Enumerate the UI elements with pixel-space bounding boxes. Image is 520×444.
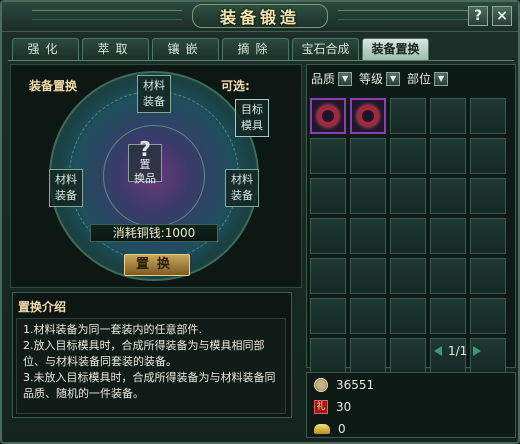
chevron-down-icon[interactable]: ▼: [434, 71, 449, 86]
inventory-slot[interactable]: [390, 98, 426, 134]
help-button[interactable]: ?: [468, 6, 488, 26]
next-page-icon[interactable]: [473, 346, 482, 356]
copper-amount: 36551: [336, 378, 375, 392]
inventory-slot-ring-2[interactable]: [350, 98, 386, 134]
inventory-slot[interactable]: [310, 218, 346, 254]
ring-icon: [317, 105, 339, 127]
inventory-slot[interactable]: [310, 298, 346, 334]
cost-display: 消耗铜钱:1000: [90, 224, 218, 242]
chevron-down-icon[interactable]: ▼: [386, 71, 401, 86]
page-indicator: 1/1: [448, 344, 468, 358]
window-title: 装备锻造: [192, 4, 328, 28]
equipment-forge-window: 装备锻造 ? × 强化 萃取 镶嵌 摘除 宝石合成 装备置换 装备置换 可选: …: [0, 0, 520, 444]
target-mold-slot[interactable]: 目标模具: [235, 99, 269, 137]
wallet-copper: 36551: [314, 378, 374, 392]
inventory-slot[interactable]: [430, 218, 466, 254]
tab-gem-synthesis[interactable]: 宝石合成: [292, 38, 359, 60]
inventory-slot[interactable]: [310, 338, 346, 374]
inventory-slot[interactable]: [430, 178, 466, 214]
inventory-slot[interactable]: [390, 218, 426, 254]
inventory-slot[interactable]: [350, 338, 386, 374]
wallet-gift: 礼 30: [314, 400, 351, 414]
title-bar[interactable]: 装备锻造 ? ×: [2, 2, 518, 32]
tab-inlay[interactable]: 镶嵌: [152, 38, 219, 60]
prev-page-icon[interactable]: [434, 346, 442, 356]
inventory-slot[interactable]: [390, 338, 426, 374]
tab-divider: [8, 60, 514, 61]
intro-text: 1.材料装备为同一套装内的任意部件. 2.放入目标模具时，合成所得装备为与模具相…: [16, 318, 286, 414]
inventory-slot[interactable]: [310, 258, 346, 294]
inventory-slot-ring-1[interactable]: [310, 98, 346, 134]
tab-bar: 强化 萃取 镶嵌 摘除 宝石合成 装备置换: [12, 38, 429, 60]
title-ornament-right: [338, 10, 488, 20]
inventory-slot[interactable]: [390, 298, 426, 334]
filter-slot[interactable]: 部位 ▼: [404, 70, 449, 87]
inventory-slot[interactable]: [350, 298, 386, 334]
close-button[interactable]: ×: [492, 6, 512, 26]
tab-extract[interactable]: 萃取: [82, 38, 149, 60]
inventory-slot[interactable]: [470, 98, 506, 134]
inventory-grid: [310, 98, 506, 374]
swap-heading: 装备置换: [29, 79, 78, 93]
intro-line-1: 1.材料装备为同一套装内的任意部件.: [23, 323, 202, 336]
optional-label: 可选:: [221, 79, 250, 93]
intro-title: 置换介绍: [18, 300, 67, 314]
filter-quality-label: 品质: [311, 72, 336, 86]
inventory-slot[interactable]: [470, 218, 506, 254]
inventory-slot[interactable]: [430, 98, 466, 134]
gold-amount: 0: [338, 422, 346, 436]
inventory-slot[interactable]: [430, 138, 466, 174]
filter-level-label: 等级: [359, 72, 384, 86]
inventory-slot[interactable]: [310, 178, 346, 214]
inventory-slot[interactable]: [390, 178, 426, 214]
material-slot-left[interactable]: 材料装备: [49, 169, 83, 207]
inventory-slot[interactable]: [470, 258, 506, 294]
inventory-slot[interactable]: [470, 138, 506, 174]
inventory-slot[interactable]: [350, 178, 386, 214]
tab-strengthen[interactable]: 强化: [12, 38, 79, 60]
inventory-slot[interactable]: [470, 178, 506, 214]
result-slot-label-top: 置: [139, 158, 151, 171]
inventory-slot[interactable]: [310, 138, 346, 174]
ring-icon: [357, 105, 379, 127]
result-slot[interactable]: ? 置 换品: [128, 139, 162, 185]
intro-line-3: 3.未放入目标模具时，合成所得装备为与材料装备同品质、随机的一件装备。: [23, 371, 276, 400]
inventory-slot[interactable]: [430, 298, 466, 334]
material-slot-top[interactable]: 材料装备: [137, 75, 171, 113]
material-slot-right[interactable]: 材料装备: [225, 169, 259, 207]
filter-level[interactable]: 等级 ▼: [356, 70, 401, 87]
chevron-down-icon[interactable]: ▼: [338, 71, 353, 86]
result-slot-label-bottom: 换品: [134, 172, 156, 185]
inventory-slot[interactable]: [430, 258, 466, 294]
inventory-slot[interactable]: [350, 258, 386, 294]
gold-ingot-icon: [314, 424, 330, 434]
inventory-slot[interactable]: [390, 138, 426, 174]
inventory-slot[interactable]: [350, 138, 386, 174]
inventory-slot[interactable]: [390, 258, 426, 294]
copper-coin-icon: [314, 378, 328, 392]
inventory-filters: 品质 ▼ 等级 ▼ 部位 ▼: [308, 70, 449, 87]
gift-coupon-icon: 礼: [314, 400, 328, 414]
question-mark-icon: ?: [139, 137, 151, 161]
swap-button[interactable]: 置换: [124, 254, 190, 276]
filter-quality[interactable]: 品质 ▼: [308, 70, 353, 87]
filter-slot-label: 部位: [407, 72, 432, 86]
pagination: 1/1: [434, 344, 482, 358]
title-ornament-left: [32, 10, 182, 20]
inventory-slot[interactable]: [470, 298, 506, 334]
wallet-gold: 0: [314, 422, 346, 436]
tab-remove[interactable]: 摘除: [222, 38, 289, 60]
intro-line-2: 2.放入目标模具时，合成所得装备为与模具相同部位、与材料装备同套装的装备。: [23, 339, 265, 368]
tab-equipment-swap[interactable]: 装备置换: [362, 38, 429, 60]
inventory-slot[interactable]: [350, 218, 386, 254]
gift-amount: 30: [336, 400, 352, 414]
